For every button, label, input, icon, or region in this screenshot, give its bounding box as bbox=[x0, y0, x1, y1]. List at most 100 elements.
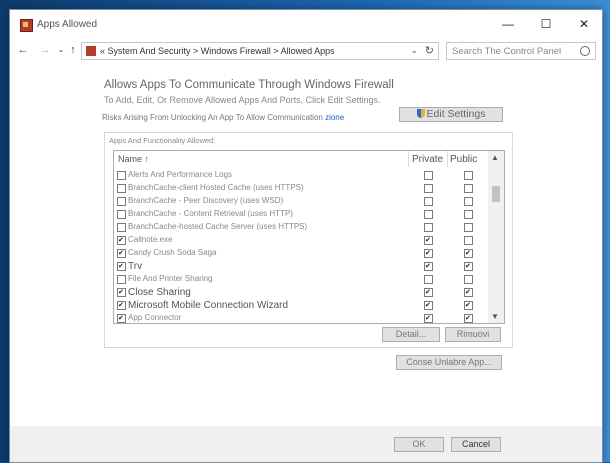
column-divider bbox=[447, 151, 448, 167]
public-checkbox[interactable] bbox=[464, 314, 473, 323]
public-checkbox[interactable] bbox=[464, 275, 473, 284]
private-checkbox[interactable] bbox=[424, 210, 433, 219]
private-checkbox[interactable] bbox=[424, 262, 433, 271]
address-dropdown-icon[interactable]: ⌄ bbox=[410, 45, 418, 56]
allowed-apps-group: Apps And Functionality Allowed: Name ↑ P… bbox=[104, 132, 513, 348]
allow-another-app-button[interactable]: Conse Unlabre App... bbox=[396, 355, 502, 370]
app-enabled-checkbox[interactable] bbox=[117, 210, 126, 219]
private-checkbox[interactable] bbox=[424, 171, 433, 180]
table-row[interactable]: BranchCache-client Hosted Cache (uses HT… bbox=[114, 182, 488, 195]
public-checkbox[interactable] bbox=[464, 171, 473, 180]
public-checkbox[interactable] bbox=[464, 197, 473, 206]
edit-settings-label: Edit Settings bbox=[426, 108, 486, 120]
private-checkbox[interactable] bbox=[424, 236, 433, 245]
firewall-window: Apps Allowed — ☐ ✕ ← → ⌄ ↑ « System And … bbox=[9, 9, 603, 463]
remove-button[interactable]: Rimuovi bbox=[445, 327, 501, 342]
private-checkbox[interactable] bbox=[424, 275, 433, 284]
risk-link[interactable]: zione bbox=[325, 113, 344, 122]
public-checkbox[interactable] bbox=[464, 288, 473, 297]
private-checkbox[interactable] bbox=[424, 288, 433, 297]
maximize-button[interactable]: ☐ bbox=[532, 15, 560, 33]
app-name: BranchCache-client Hosted Cache (uses HT… bbox=[128, 183, 304, 192]
table-row[interactable]: BranchCache - Peer Discovery (uses WSD) bbox=[114, 195, 488, 208]
scroll-thumb[interactable] bbox=[492, 186, 500, 202]
group-label: Apps And Functionality Allowed: bbox=[109, 136, 216, 145]
refresh-icon[interactable]: ↻ bbox=[425, 44, 434, 57]
app-enabled-checkbox[interactable] bbox=[117, 223, 126, 232]
uac-shield-icon bbox=[416, 109, 425, 118]
table-row[interactable]: Trv bbox=[114, 260, 488, 273]
risk-info: Risks Arising From Unlocking An App To A… bbox=[102, 113, 344, 122]
column-private[interactable]: Private bbox=[412, 154, 443, 165]
app-name: Trv bbox=[128, 261, 143, 272]
risk-text: Risks Arising From Unlocking An App To A… bbox=[102, 113, 323, 122]
public-checkbox[interactable] bbox=[464, 301, 473, 310]
up-arrow-icon[interactable]: ↑ bbox=[66, 43, 80, 57]
address-path: « System And Security > Windows Firewall… bbox=[100, 46, 335, 56]
app-enabled-checkbox[interactable] bbox=[117, 275, 126, 284]
forward-arrow-icon[interactable]: → bbox=[38, 43, 52, 57]
table-row[interactable]: Alerts And Performance Logs bbox=[114, 169, 488, 182]
private-checkbox[interactable] bbox=[424, 249, 433, 258]
app-name: Microsoft Mobile Connection Wizard bbox=[128, 300, 289, 311]
control-panel-icon bbox=[86, 46, 96, 56]
app-enabled-checkbox[interactable] bbox=[117, 262, 126, 271]
table-row[interactable]: Callnote.exe bbox=[114, 234, 488, 247]
table-row[interactable]: File And Printer Sharing bbox=[114, 273, 488, 286]
cancel-button[interactable]: Cancel bbox=[451, 437, 501, 452]
table-row[interactable]: BranchCache-hosted Cache Server (uses HT… bbox=[114, 221, 488, 234]
private-checkbox[interactable] bbox=[424, 223, 433, 232]
scroll-up-icon[interactable]: ▲ bbox=[491, 153, 499, 162]
private-checkbox[interactable] bbox=[424, 197, 433, 206]
navigation-bar: ← → ⌄ ↑ « System And Security > Windows … bbox=[10, 40, 602, 62]
close-button[interactable]: ✕ bbox=[570, 15, 598, 33]
list-header: Name ↑ Private Public bbox=[114, 151, 488, 167]
page-title: Allows Apps To Communicate Through Windo… bbox=[104, 79, 394, 91]
table-row[interactable]: Microsoft Mobile Connection Wizard bbox=[114, 299, 488, 312]
edit-settings-button[interactable]: Edit Settings bbox=[399, 107, 503, 122]
window-title: Apps Allowed bbox=[37, 19, 98, 30]
app-name: App Connector bbox=[128, 313, 182, 322]
app-name: Callnote.exe bbox=[128, 235, 173, 244]
public-checkbox[interactable] bbox=[464, 223, 473, 232]
private-checkbox[interactable] bbox=[424, 301, 433, 310]
details-button[interactable]: Detail... bbox=[382, 327, 440, 342]
column-name[interactable]: Name ↑ bbox=[118, 154, 149, 164]
table-row[interactable]: Close Sharing bbox=[114, 286, 488, 299]
search-icon bbox=[580, 46, 590, 56]
public-checkbox[interactable] bbox=[464, 249, 473, 258]
private-checkbox[interactable] bbox=[424, 184, 433, 193]
ok-button[interactable]: OK bbox=[394, 437, 444, 452]
app-enabled-checkbox[interactable] bbox=[117, 236, 126, 245]
search-input[interactable]: Search The Control Panel bbox=[452, 46, 561, 57]
control-panel-icon bbox=[20, 19, 33, 32]
table-row[interactable]: App Connector bbox=[114, 312, 488, 323]
app-enabled-checkbox[interactable] bbox=[117, 314, 126, 323]
app-enabled-checkbox[interactable] bbox=[117, 288, 126, 297]
public-checkbox[interactable] bbox=[464, 262, 473, 271]
app-enabled-checkbox[interactable] bbox=[117, 197, 126, 206]
page-subtitle: To Add, Edit, Or Remove Allowed Apps And… bbox=[104, 95, 381, 105]
search-box[interactable]: Search The Control Panel bbox=[446, 42, 596, 60]
column-public[interactable]: Public bbox=[450, 154, 477, 165]
app-name: Alerts And Performance Logs bbox=[128, 170, 233, 179]
scroll-down-icon[interactable]: ▼ bbox=[491, 312, 499, 321]
table-row[interactable]: Candy Crush Soda Saga bbox=[114, 247, 488, 260]
public-checkbox[interactable] bbox=[464, 210, 473, 219]
app-name: File And Printer Sharing bbox=[128, 274, 213, 283]
app-enabled-checkbox[interactable] bbox=[117, 301, 126, 310]
back-arrow-icon[interactable]: ← bbox=[16, 43, 30, 57]
address-bar[interactable]: « System And Security > Windows Firewall… bbox=[81, 42, 439, 60]
app-enabled-checkbox[interactable] bbox=[117, 249, 126, 258]
app-name: Candy Crush Soda Saga bbox=[128, 248, 217, 257]
app-enabled-checkbox[interactable] bbox=[117, 171, 126, 180]
public-checkbox[interactable] bbox=[464, 184, 473, 193]
app-enabled-checkbox[interactable] bbox=[117, 184, 126, 193]
private-checkbox[interactable] bbox=[424, 314, 433, 323]
table-row[interactable]: BranchCache - Content Retrieval (uses HT… bbox=[114, 208, 488, 221]
public-checkbox[interactable] bbox=[464, 236, 473, 245]
app-name: BranchCache-hosted Cache Server (uses HT… bbox=[128, 222, 308, 231]
column-divider bbox=[408, 151, 409, 167]
minimize-button[interactable]: — bbox=[494, 15, 522, 33]
vertical-scrollbar[interactable]: ▲ ▼ bbox=[488, 151, 504, 323]
